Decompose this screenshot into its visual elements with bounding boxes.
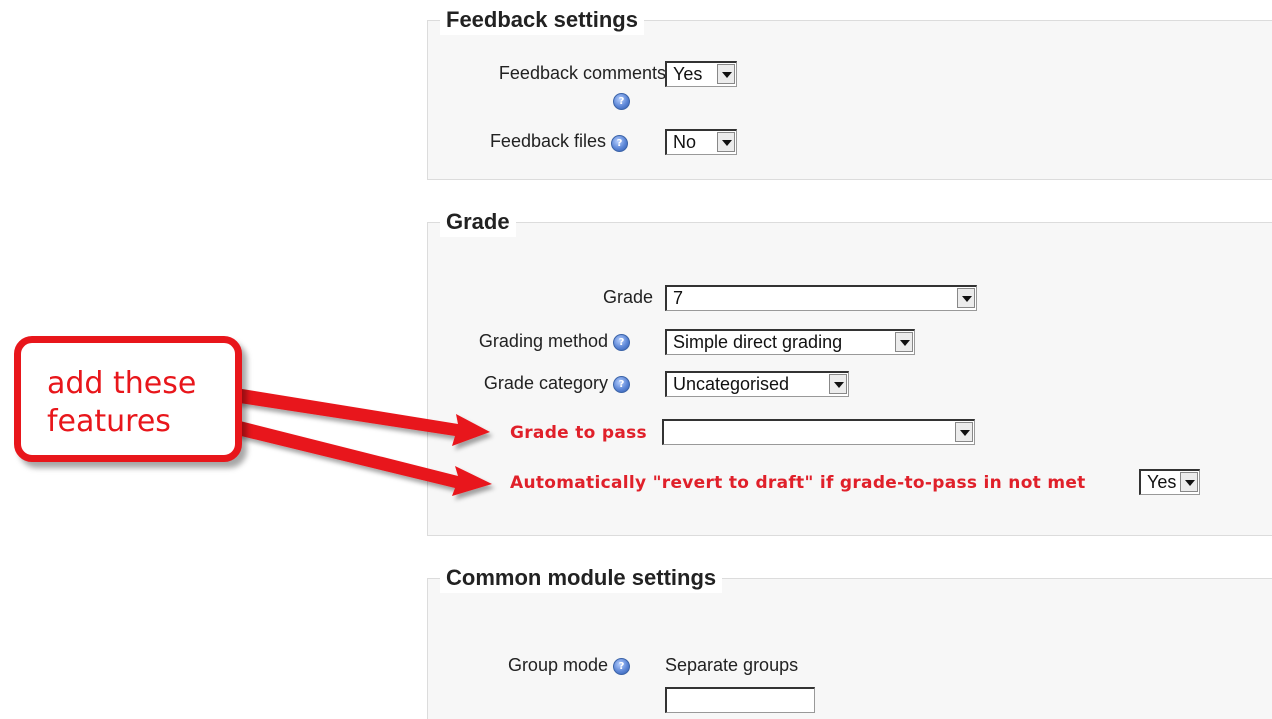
feedback-files-label: Feedback files [489, 131, 606, 151]
chevron-down-icon [717, 132, 735, 152]
annotation-callout: add these features [14, 336, 242, 462]
grade-label: Grade [602, 287, 653, 307]
section-title-grade: Grade [440, 207, 516, 237]
annotation-line-2: features [47, 404, 171, 439]
group-mode-label: Group mode [507, 655, 608, 675]
annotation-line-1: add these [47, 366, 197, 401]
grade-category-select[interactable]: Uncategorised [665, 371, 849, 397]
grade-category-value: Uncategorised [673, 374, 790, 394]
chevron-down-icon [829, 374, 847, 394]
help-icon[interactable]: ? [613, 376, 630, 393]
help-icon[interactable]: ? [613, 658, 630, 675]
grade-to-pass-select[interactable] [662, 419, 975, 445]
feedback-comments-select[interactable]: Yes [665, 61, 737, 87]
grade-to-pass-label: Grade to pass [510, 423, 647, 443]
revert-to-draft-value: Yes [1147, 472, 1177, 492]
feedback-settings-section: Feedback settings Feedback comments ? Ye… [427, 5, 1272, 180]
grade-category-label: Grade category [483, 373, 608, 393]
annotation-text: add these features [47, 365, 196, 441]
help-icon[interactable]: ? [611, 135, 628, 152]
chevron-down-icon [1180, 472, 1198, 492]
grading-method-select[interactable]: Simple direct grading [665, 329, 915, 355]
revert-to-draft-select[interactable]: Yes [1139, 469, 1200, 495]
chevron-down-icon [955, 422, 973, 442]
revert-to-draft-label: Automatically "revert to draft" if grade… [510, 473, 1086, 493]
chevron-down-icon [895, 332, 913, 352]
grading-method-label: Grading method [478, 331, 608, 351]
chevron-down-icon [957, 288, 975, 308]
grade-select[interactable]: 7 [665, 285, 977, 311]
common-module-settings-section: Common module settings Group mode ? Sepa… [427, 563, 1272, 719]
feedback-comments-label: Feedback comments [498, 63, 666, 83]
grade-section: Grade Grade 7 Grading method ? Simple di… [427, 207, 1272, 536]
feedback-files-select[interactable]: No [665, 129, 737, 155]
partial-select[interactable] [665, 687, 815, 713]
feedback-comments-value: Yes [673, 64, 703, 84]
section-title-feedback-settings: Feedback settings [440, 5, 644, 35]
grading-method-value: Simple direct grading [673, 332, 843, 352]
help-icon[interactable]: ? [613, 334, 630, 351]
chevron-down-icon [717, 64, 735, 84]
help-icon[interactable]: ? [613, 93, 630, 110]
grade-value: 7 [673, 288, 684, 308]
group-mode-value: Separate groups [665, 655, 799, 675]
section-title-common-module-settings: Common module settings [440, 563, 723, 593]
feedback-files-value: No [673, 132, 697, 152]
